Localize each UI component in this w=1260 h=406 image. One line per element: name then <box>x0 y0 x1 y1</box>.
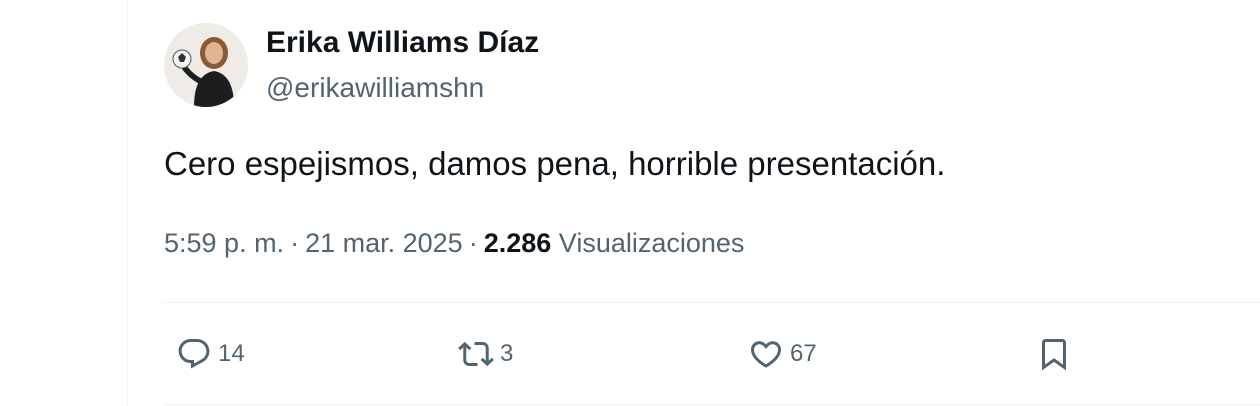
left-gutter <box>0 0 128 406</box>
bookmark-icon <box>1042 339 1066 371</box>
reply-icon <box>178 339 210 369</box>
reply-count: 14 <box>218 340 245 367</box>
author-handle[interactable]: @erikawilliamshn <box>266 72 484 104</box>
meta-separator: · <box>290 228 300 258</box>
retweet-icon <box>458 341 494 367</box>
retweet-count: 3 <box>500 340 514 367</box>
bookmark-button[interactable] <box>1036 334 1072 374</box>
author-display-name[interactable]: Erika Williams Díaz <box>266 26 539 60</box>
divider <box>164 302 1260 303</box>
divider <box>164 404 1260 405</box>
tweet-time[interactable]: 5:59 p. m. <box>164 228 284 258</box>
views-label: Visualizaciones <box>558 228 745 258</box>
reply-button[interactable]: 14 <box>176 334 245 374</box>
meta-separator: · <box>468 228 478 258</box>
like-count: 67 <box>790 340 817 367</box>
tweet-card[interactable]: Erika Williams Díaz @erikawilliamshn Cer… <box>128 0 1260 406</box>
tweet-date[interactable]: 21 mar. 2025 <box>305 228 463 258</box>
avatar[interactable] <box>164 23 248 107</box>
like-button[interactable]: 67 <box>748 334 817 374</box>
views-count: 2.286 <box>483 228 552 258</box>
tweet-text: Cero espejismos, damos pena, horrible pr… <box>164 145 946 182</box>
heart-icon <box>750 341 782 368</box>
tweet-meta: 5:59 p. m. · 21 mar. 2025 · 2.286 Visualizac… <box>164 228 744 259</box>
retweet-button[interactable]: 3 <box>458 334 513 374</box>
